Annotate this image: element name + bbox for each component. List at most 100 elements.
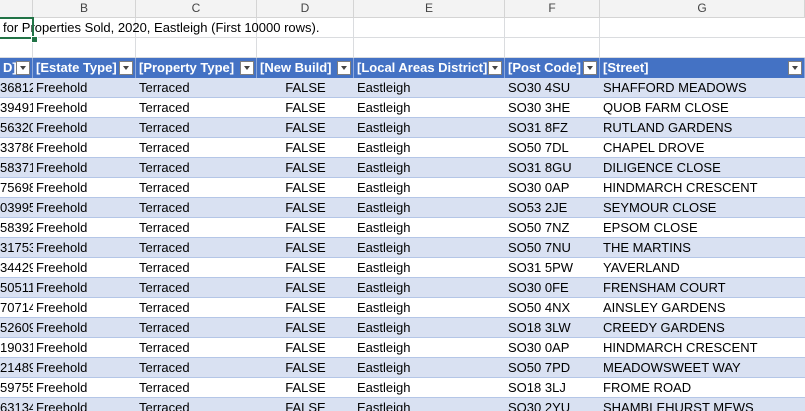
cell-id[interactable]: 58392	[0, 218, 33, 238]
cell-estate-type[interactable]: Freehold	[33, 338, 136, 358]
cell-id[interactable]: 59755	[0, 378, 33, 398]
cell-new-build[interactable]: FALSE	[257, 78, 354, 98]
cell-estate-type[interactable]: Freehold	[33, 258, 136, 278]
cell-new-build[interactable]: FALSE	[257, 138, 354, 158]
cell-post-code[interactable]: SO53 2JE	[505, 198, 600, 218]
spreadsheet-grid[interactable]: BCDEFG for Properties Sold, 2020, Eastle…	[0, 0, 805, 411]
cell-new-build[interactable]: FALSE	[257, 358, 354, 378]
filter-dropdown-icon[interactable]	[16, 61, 30, 75]
table-row[interactable]: 39491 Freehold Terraced FALSE Eastleigh SO30 …	[0, 98, 805, 118]
cell-new-build[interactable]: FALSE	[257, 258, 354, 278]
column-header-b[interactable]: B	[33, 0, 136, 17]
table-row[interactable]: 50511 Freehold Terraced FALSE Eastleigh SO30 …	[0, 278, 805, 298]
cell-estate-type[interactable]: Freehold	[33, 78, 136, 98]
cell-post-code[interactable]: SO30 0AP	[505, 178, 600, 198]
cell-estate-type[interactable]: Freehold	[33, 178, 136, 198]
cell-street[interactable]: SEYMOUR CLOSE	[600, 198, 805, 218]
cell-local-areas-district[interactable]: Eastleigh	[354, 318, 505, 338]
table-row[interactable]: 36812 Freehold Terraced FALSE Eastleigh SO30 …	[0, 78, 805, 98]
cell-post-code[interactable]: SO50 7NU	[505, 238, 600, 258]
cell-new-build[interactable]: FALSE	[257, 318, 354, 338]
column-header-a[interactable]	[0, 0, 33, 17]
cell-id[interactable]: 50511	[0, 278, 33, 298]
table-row[interactable]: 34429 Freehold Terraced FALSE Eastleigh SO31 …	[0, 258, 805, 278]
cell-property-type[interactable]: Terraced	[136, 178, 257, 198]
cell-property-type[interactable]: Terraced	[136, 218, 257, 238]
cell-post-code[interactable]: SO50 4NX	[505, 298, 600, 318]
cell-new-build[interactable]: FALSE	[257, 98, 354, 118]
table-row[interactable]: 58392 Freehold Terraced FALSE Eastleigh SO50 …	[0, 218, 805, 238]
cell-estate-type[interactable]: Freehold	[33, 138, 136, 158]
cell-local-areas-district[interactable]: Eastleigh	[354, 358, 505, 378]
cell-local-areas-district[interactable]: Eastleigh	[354, 198, 505, 218]
cell-post-code[interactable]: SO50 7PD	[505, 358, 600, 378]
cell-new-build[interactable]: FALSE	[257, 158, 354, 178]
cell-street[interactable]: MEADOWSWEET WAY	[600, 358, 805, 378]
cell-post-code[interactable]: SO31 8FZ	[505, 118, 600, 138]
cell-estate-type[interactable]: Freehold	[33, 158, 136, 178]
cell-id[interactable]: 34429	[0, 258, 33, 278]
cell-estate-type[interactable]: Freehold	[33, 238, 136, 258]
table-row[interactable]: 31753 Freehold Terraced FALSE Eastleigh SO50 …	[0, 238, 805, 258]
cell-local-areas-district[interactable]: Eastleigh	[354, 98, 505, 118]
header-street[interactable]: [Street]	[600, 58, 805, 78]
cell-property-type[interactable]: Terraced	[136, 338, 257, 358]
cell-estate-type[interactable]: Freehold	[33, 118, 136, 138]
table-row[interactable]: 63134 Freehold Terraced FALSE Eastleigh SO30 …	[0, 398, 805, 411]
cell-street[interactable]: FRENSHAM COURT	[600, 278, 805, 298]
cell-new-build[interactable]: FALSE	[257, 338, 354, 358]
cell-new-build[interactable]: FALSE	[257, 298, 354, 318]
cell-estate-type[interactable]: Freehold	[33, 98, 136, 118]
column-header-e[interactable]: E	[354, 0, 505, 17]
cell-property-type[interactable]: Terraced	[136, 198, 257, 218]
cell-street[interactable]: HINDMARCH CRESCENT	[600, 178, 805, 198]
cell-id[interactable]: 63134	[0, 398, 33, 411]
cell-street[interactable]: YAVERLAND	[600, 258, 805, 278]
table-row[interactable]: 03995 Freehold Terraced FALSE Eastleigh SO53 …	[0, 198, 805, 218]
fill-handle[interactable]	[31, 36, 38, 43]
cell-post-code[interactable]: SO18 3LJ	[505, 378, 600, 398]
table-row[interactable]: 19031 Freehold Terraced FALSE Eastleigh SO30 …	[0, 338, 805, 358]
cell-local-areas-district[interactable]: Eastleigh	[354, 238, 505, 258]
cell-street[interactable]: SHAFFORD MEADOWS	[600, 78, 805, 98]
cell-id[interactable]: 75698	[0, 178, 33, 198]
cell-estate-type[interactable]: Freehold	[33, 398, 136, 411]
cell-property-type[interactable]: Terraced	[136, 98, 257, 118]
cell-local-areas-district[interactable]: Eastleigh	[354, 158, 505, 178]
cell-local-areas-district[interactable]: Eastleigh	[354, 218, 505, 238]
cell-post-code[interactable]: SO31 5PW	[505, 258, 600, 278]
cell-id[interactable]: 21489	[0, 358, 33, 378]
cell-property-type[interactable]: Terraced	[136, 118, 257, 138]
cell-property-type[interactable]: Terraced	[136, 398, 257, 411]
cell-local-areas-district[interactable]: Eastleigh	[354, 118, 505, 138]
cell-id[interactable]: 52609	[0, 318, 33, 338]
cell-id[interactable]: 39491	[0, 98, 33, 118]
cell-new-build[interactable]: FALSE	[257, 238, 354, 258]
column-header-f[interactable]: F	[505, 0, 600, 17]
table-row[interactable]: 56320 Freehold Terraced FALSE Eastleigh SO31 …	[0, 118, 805, 138]
header-property-type[interactable]: [Property Type]	[136, 58, 257, 78]
column-header-d[interactable]: D	[257, 0, 354, 17]
cell-id[interactable]: 56320	[0, 118, 33, 138]
cell-property-type[interactable]: Terraced	[136, 318, 257, 338]
filter-dropdown-icon[interactable]	[119, 61, 133, 75]
cell-property-type[interactable]: Terraced	[136, 78, 257, 98]
cell-post-code[interactable]: SO30 3HE	[505, 98, 600, 118]
cell-new-build[interactable]: FALSE	[257, 398, 354, 411]
cell-estate-type[interactable]: Freehold	[33, 218, 136, 238]
table-row[interactable]: 58371 Freehold Terraced FALSE Eastleigh SO31 …	[0, 158, 805, 178]
cell-new-build[interactable]: FALSE	[257, 278, 354, 298]
table-row[interactable]: 21489 Freehold Terraced FALSE Eastleigh SO50 …	[0, 358, 805, 378]
cell-street[interactable]: CREEDY GARDENS	[600, 318, 805, 338]
cell-property-type[interactable]: Terraced	[136, 138, 257, 158]
cell-post-code[interactable]: SO50 7NZ	[505, 218, 600, 238]
cell-new-build[interactable]: FALSE	[257, 218, 354, 238]
cell-post-code[interactable]: SO30 4SU	[505, 78, 600, 98]
cell-local-areas-district[interactable]: Eastleigh	[354, 78, 505, 98]
table-row[interactable]: 75698 Freehold Terraced FALSE Eastleigh SO30 …	[0, 178, 805, 198]
cell-local-areas-district[interactable]: Eastleigh	[354, 338, 505, 358]
cell-property-type[interactable]: Terraced	[136, 358, 257, 378]
filter-dropdown-icon[interactable]	[583, 61, 597, 75]
cell-street[interactable]: THE MARTINS	[600, 238, 805, 258]
cell-post-code[interactable]: SO18 3LW	[505, 318, 600, 338]
